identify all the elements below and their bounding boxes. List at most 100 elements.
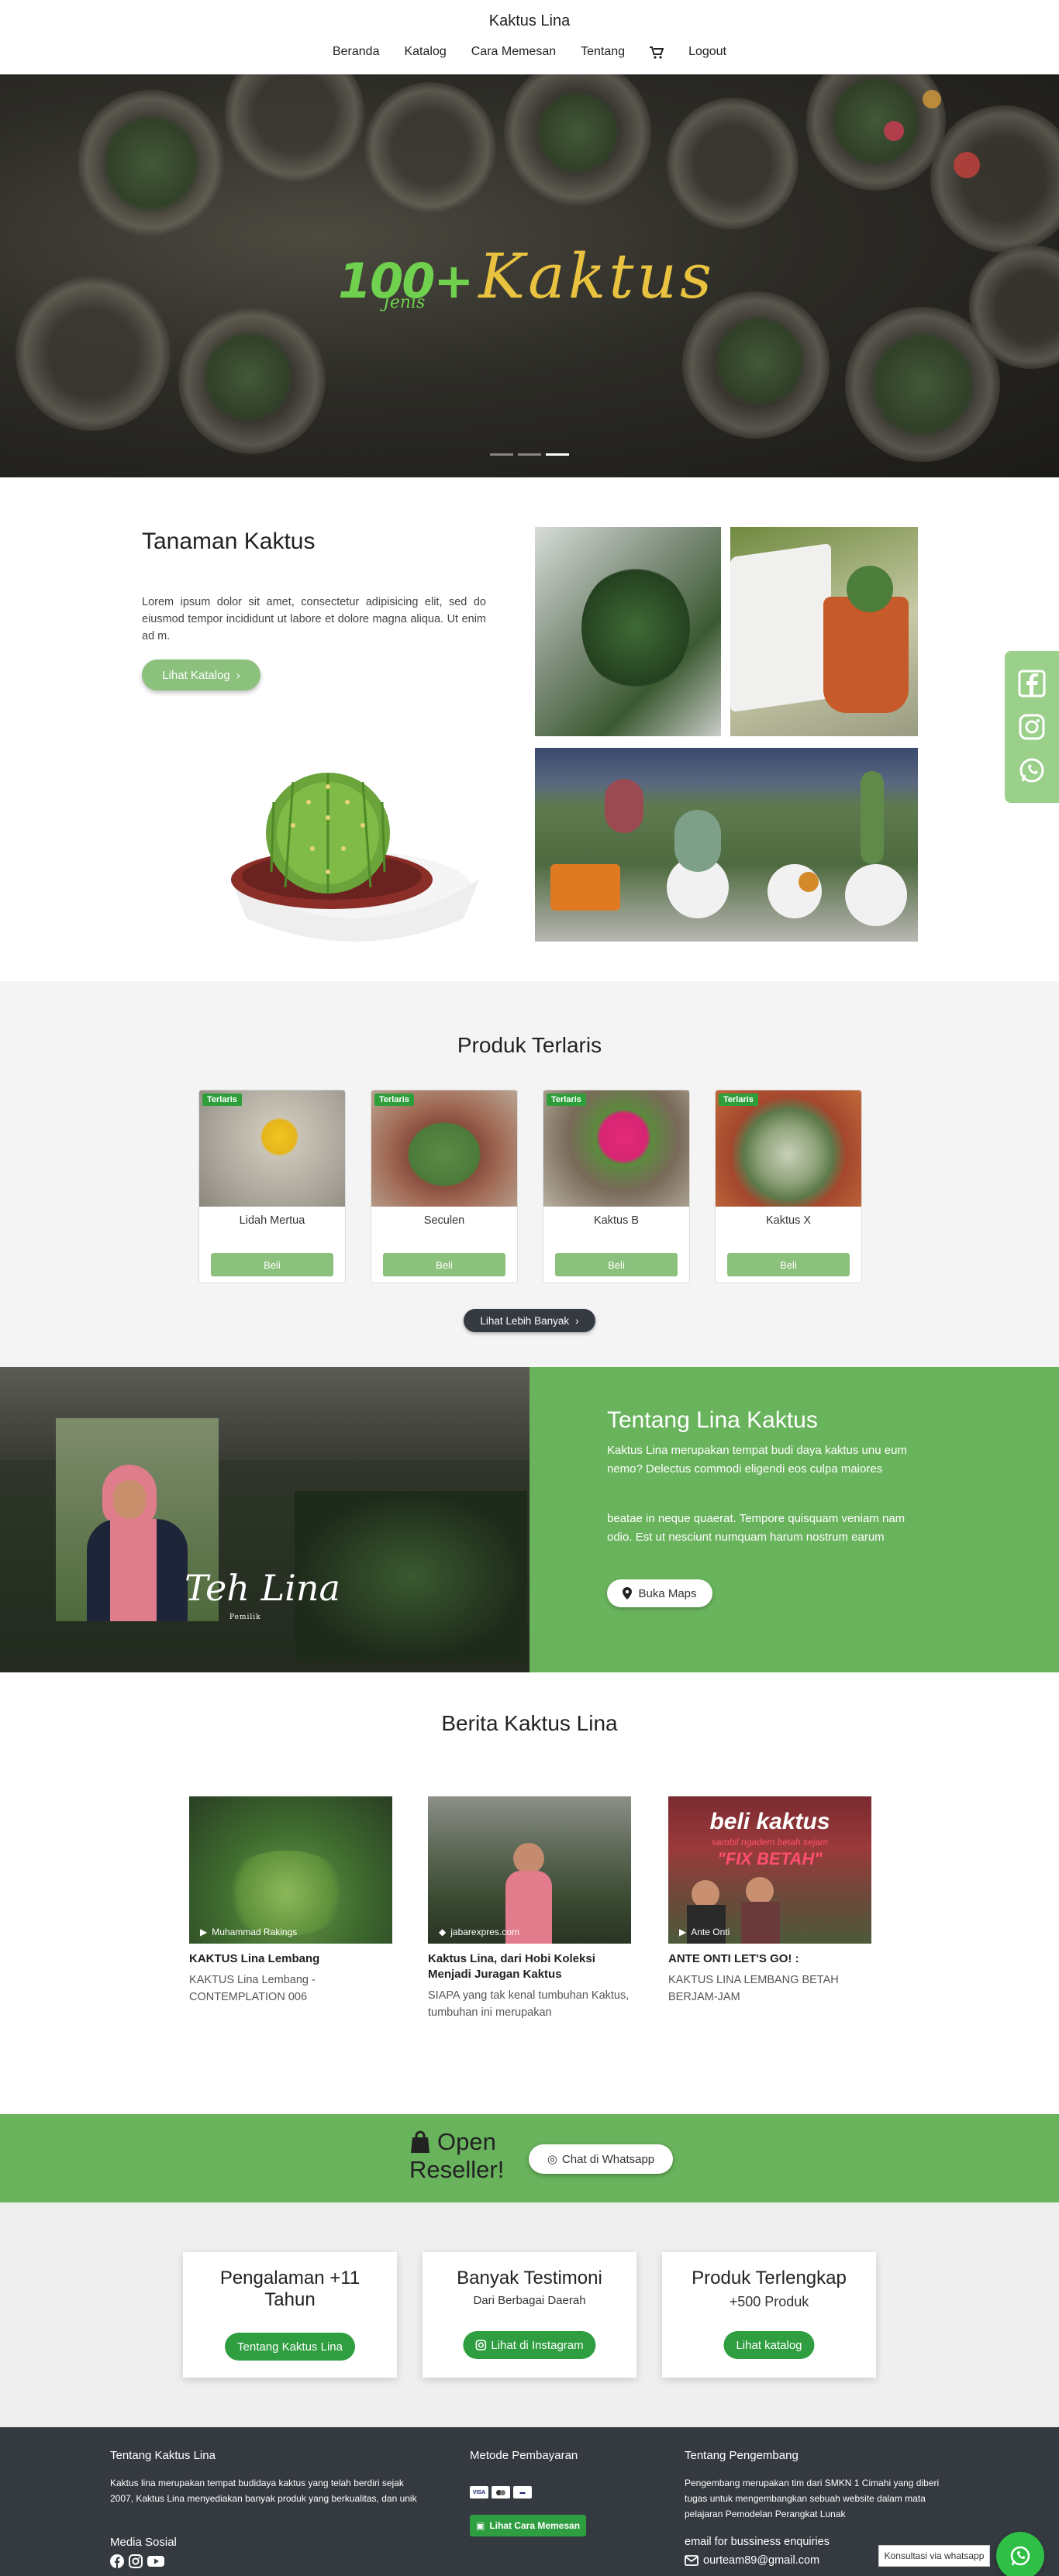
hero-plant bbox=[713, 315, 806, 408]
cart-icon[interactable] bbox=[650, 45, 664, 61]
youtube-icon: ▶ bbox=[679, 1927, 687, 1937]
map-pin-icon bbox=[623, 1587, 633, 1600]
carousel-indicators bbox=[490, 453, 569, 456]
payment-icons: VISA ▬ bbox=[470, 2486, 532, 2499]
brand-title[interactable]: Kaktus Lina bbox=[0, 12, 1059, 30]
instagram-icon bbox=[475, 2340, 487, 2350]
news-card[interactable]: ◆ jabarexpres.com Kaktus Lina, dari Hobi … bbox=[428, 1796, 631, 2021]
section-title-tanaman: Tanaman Kaktus bbox=[142, 529, 316, 554]
feature-title: Pengalaman +11 Tahun bbox=[219, 2268, 360, 2310]
beli-button[interactable]: Beli bbox=[555, 1253, 678, 1276]
product-name: Seculen bbox=[423, 1214, 465, 1227]
terlaris-badge: Terlaris bbox=[202, 1093, 242, 1106]
feature-card: Produk Terlengkap +500 Produk Lihat kata… bbox=[662, 2252, 876, 2378]
tentang-paragraph-1: Kaktus Lina merupakan tempat budi daya k… bbox=[607, 1444, 907, 1476]
beli-button[interactable]: Beli bbox=[727, 1253, 850, 1276]
gallery-image-1 bbox=[535, 527, 721, 736]
cactus-pot-image bbox=[231, 773, 479, 942]
buka-maps-label: Buka Maps bbox=[638, 1586, 697, 1600]
tentang-kaktus-lina-button[interactable]: Tentang Kaktus Lina bbox=[225, 2333, 355, 2361]
terlaris-badge: Terlaris bbox=[374, 1093, 414, 1106]
hero-word: Kaktus bbox=[478, 240, 716, 312]
instagram-icon[interactable] bbox=[129, 2554, 143, 2568]
carousel-indicator[interactable] bbox=[490, 453, 513, 456]
news-title[interactable]: KAKTUS Lina Lembang bbox=[189, 1951, 392, 1967]
footer-email-title: email for bussiness enquiries bbox=[685, 2536, 830, 2548]
section-title-produk: Produk Terlaris bbox=[457, 1033, 602, 1057]
side-social-bar bbox=[1005, 651, 1059, 803]
tag-icon: ◆ bbox=[439, 1927, 447, 1937]
footer-social-title: Media Sosial bbox=[110, 2536, 177, 2549]
reseller-line-2: Reseller! bbox=[409, 2156, 505, 2183]
beli-button[interactable]: Beli bbox=[211, 1253, 333, 1276]
news-credit: ▶ Ante Onti bbox=[679, 1927, 730, 1937]
owner-role: Pemilik bbox=[229, 1613, 261, 1621]
product-image: Terlaris bbox=[716, 1090, 861, 1207]
hero-plant bbox=[535, 90, 620, 175]
gallery-image-2 bbox=[730, 527, 918, 736]
product-name: Lidah Mertua bbox=[239, 1214, 305, 1227]
hero-carousel[interactable]: 100+ Kaktus bbox=[0, 74, 1059, 477]
owner-photo-section: Teh Lina Pemilik bbox=[0, 1367, 530, 1672]
nav-tentang[interactable]: Tentang bbox=[581, 45, 625, 61]
section-title-tentang: Tentang Lina Kaktus bbox=[607, 1407, 818, 1433]
news-card[interactable]: ▶ Muhammad Rakings KAKTUS Lina Lembang KA… bbox=[189, 1796, 392, 2006]
buka-maps-button[interactable]: Buka Maps bbox=[607, 1579, 712, 1607]
whatsapp-float-button[interactable] bbox=[996, 2532, 1044, 2576]
beli-button[interactable]: Beli bbox=[383, 1253, 505, 1276]
hero-plant bbox=[101, 113, 202, 214]
envelope-icon bbox=[685, 2555, 699, 2566]
facebook-icon[interactable] bbox=[1018, 670, 1046, 697]
footer-email[interactable]: ourteam89@gmail.com bbox=[685, 2554, 819, 2567]
terlaris-badge: Terlaris bbox=[547, 1093, 586, 1106]
footer-about-text: Kaktus lina merupakan tempat budidaya ka… bbox=[110, 2478, 417, 2504]
news-title[interactable]: ANTE ONTI LET'S GO! : bbox=[668, 1951, 871, 1967]
lihat-lebih-banyak-button[interactable]: Lihat Lebih Banyak › bbox=[464, 1309, 595, 1332]
hero-pot bbox=[667, 98, 799, 229]
product-card[interactable]: Terlaris Kaktus X Beli bbox=[715, 1090, 862, 1283]
lihat-katalog-feature-button[interactable]: Lihat katalog bbox=[723, 2331, 815, 2359]
instagram-icon[interactable] bbox=[1018, 713, 1046, 741]
feature-card: Pengalaman +11 Tahun Tentang Kaktus Lina bbox=[183, 2252, 397, 2378]
nav-beranda[interactable]: Beranda bbox=[333, 45, 380, 61]
lihat-katalog-label: Lihat Katalog bbox=[162, 668, 230, 682]
hero-pot bbox=[225, 74, 364, 183]
nav-katalog[interactable]: Katalog bbox=[404, 45, 446, 61]
hero-plant bbox=[868, 330, 977, 439]
lihat-cara-memesan-button[interactable]: ▣ Lihat Cara Memesan bbox=[470, 2515, 586, 2536]
carousel-indicator-active[interactable] bbox=[546, 453, 569, 456]
chat-whatsapp-button[interactable]: ◎ Chat di Whatsapp bbox=[529, 2144, 673, 2174]
lihat-instagram-button[interactable]: Lihat di Instagram bbox=[463, 2331, 596, 2359]
news-card[interactable]: beli kaktus sambil ngadem betah sejam "F… bbox=[668, 1796, 871, 2006]
youtube-icon[interactable] bbox=[147, 2554, 164, 2568]
hero-pot bbox=[930, 105, 1059, 253]
product-card[interactable]: Terlaris Lidah Mertua Beli bbox=[198, 1090, 346, 1283]
news-overlay-title: beli kaktus bbox=[709, 1809, 830, 1834]
carousel-indicator[interactable] bbox=[518, 453, 541, 456]
product-card[interactable]: Terlaris Seculen Beli bbox=[371, 1090, 518, 1283]
section-title-berita: Berita Kaktus Lina bbox=[441, 1711, 618, 1735]
feature-button-label: Lihat katalog bbox=[736, 2338, 802, 2352]
product-card[interactable]: Terlaris Kaktus B Beli bbox=[543, 1090, 690, 1283]
lihat-katalog-button[interactable]: Lihat Katalog › bbox=[142, 659, 260, 690]
product-image: Terlaris bbox=[199, 1090, 345, 1207]
news-credit-text: Ante Onti bbox=[691, 1927, 730, 1937]
news-title[interactable]: Kaktus Lina, dari Hobi Koleksi Menjadi J… bbox=[428, 1951, 631, 1982]
footer-developer-title: Tentang Pengembang bbox=[685, 2449, 799, 2462]
whatsapp-icon[interactable] bbox=[1018, 756, 1046, 784]
hero-pot bbox=[16, 276, 171, 431]
product-image: Terlaris bbox=[543, 1090, 689, 1207]
terlaris-badge: Terlaris bbox=[719, 1093, 758, 1106]
feature-title: Banyak Testimoni bbox=[457, 2268, 602, 2288]
news-body: KAKTUS LINA LEMBANG BETAH BERJAM-JAM bbox=[668, 1974, 839, 2003]
facebook-icon[interactable] bbox=[110, 2554, 124, 2568]
nav-logout[interactable]: Logout bbox=[688, 45, 726, 61]
nav-links: Beranda Katalog Cara Memesan Tentang Log… bbox=[0, 45, 1059, 61]
feature-title: Produk Terlengkap bbox=[692, 2268, 847, 2288]
feature-button-label: Lihat di Instagram bbox=[491, 2338, 584, 2352]
news-overlay-sub: sambil ngadem betah sejam bbox=[711, 1837, 829, 1848]
news-body: KAKTUS Lina Lembang - CONTEMPLATION 006 bbox=[189, 1974, 316, 2003]
news-body: SIAPA yang tak kenal tumbuhan Kaktus, tu… bbox=[428, 1989, 630, 2019]
nav-cara-memesan[interactable]: Cara Memesan bbox=[471, 45, 556, 61]
mastercard-icon bbox=[492, 2486, 510, 2499]
